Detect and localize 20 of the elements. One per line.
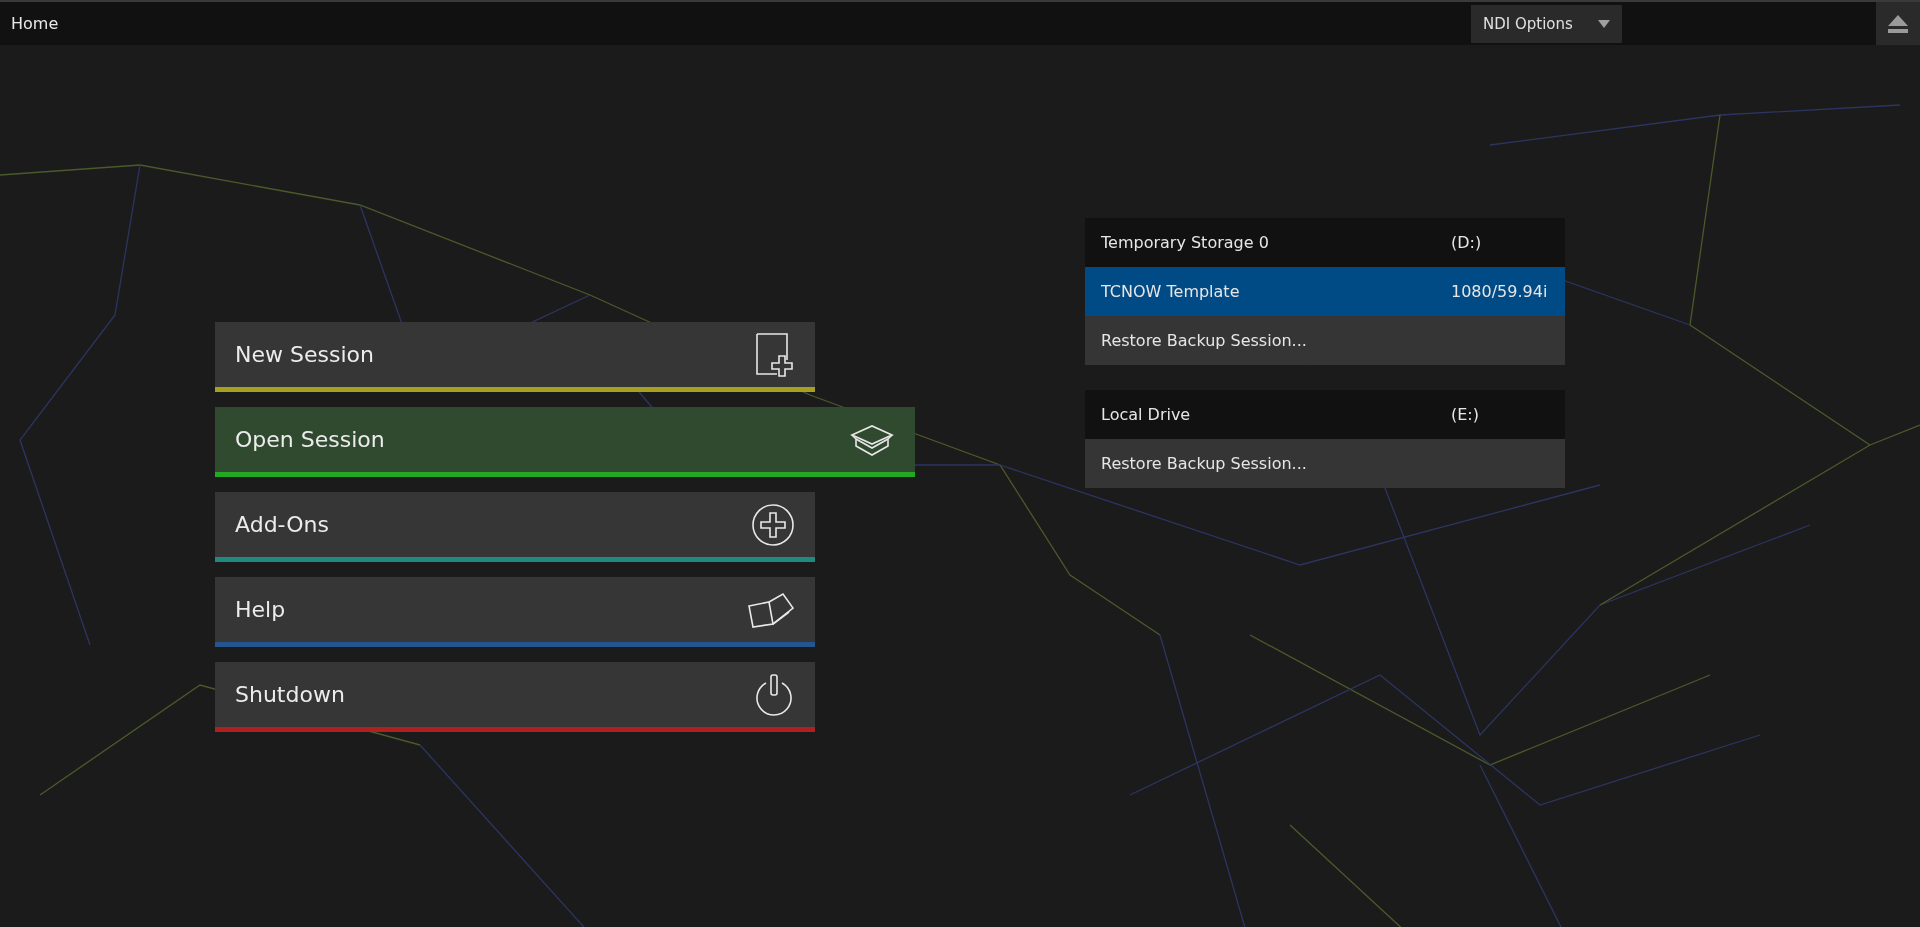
ndi-options-dropdown[interactable]: NDI Options [1471,4,1622,43]
page-title: Home [11,14,59,33]
eject-icon [1888,14,1908,33]
menu-button[interactable]: Shutdown [215,662,815,732]
drive-header: Local Drive (E:) [1085,390,1565,439]
restore-backup-item[interactable]: Restore Backup Session... [1085,316,1565,365]
power-icon [753,672,795,717]
session-item[interactable]: TCNOW Template 1080/59.94i [1085,267,1565,316]
plus-circle-icon [751,502,795,547]
open-box-icon [849,422,895,457]
dropdown-caret-icon [1598,19,1610,28]
menu-button[interactable]: New Session [215,322,815,392]
open-book-icon [747,591,795,628]
eject-button[interactable] [1876,2,1920,45]
menu-button[interactable]: Open Session [215,407,915,477]
menu-button[interactable]: Add-Ons [215,492,815,562]
restore-backup-item[interactable]: Restore Backup Session... [1085,439,1565,488]
menu-button[interactable]: Help [215,577,815,647]
new-document-icon [755,331,795,378]
drive-header: Temporary Storage 0 (D:) [1085,218,1565,267]
